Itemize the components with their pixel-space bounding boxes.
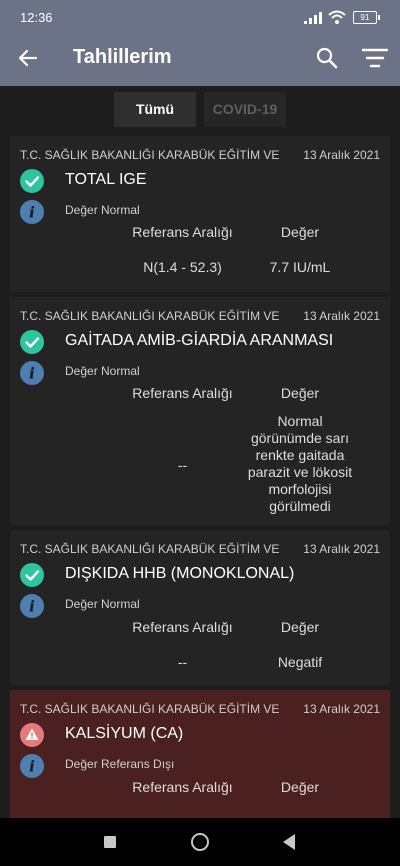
system-nav-bar [0, 818, 400, 866]
result-date: 13 Aralık 2021 [303, 702, 380, 716]
reference-range-value: -- [177, 654, 188, 670]
status-time: 12:36 [20, 10, 53, 25]
result-card[interactable]: T.C. SAĞLIK BAKANLIĞI KARABÜK EĞİTİM VE … [10, 530, 390, 685]
institution-name: T.C. SAĞLIK BAKANLIĞI KARABÜK EĞİTİM VE [20, 148, 280, 162]
test-name: GAİTADA AMİB-GİARDİA ARANMASI [65, 332, 334, 349]
info-icon: i [20, 361, 44, 385]
battery-icon: 91 [353, 11, 380, 24]
value-label: Değer [280, 619, 320, 635]
value-label: Değer [280, 224, 320, 240]
result-date: 13 Aralık 2021 [303, 148, 380, 162]
reference-range-value: N(1.4 - 52.3) [143, 259, 222, 275]
warning-icon [20, 723, 44, 747]
svg-text:i: i [29, 204, 35, 222]
filter-tabs: Tümü COVID-19 [0, 86, 400, 132]
page-title: Tahlillerim [73, 46, 172, 68]
status-bar: 12:36 91 [0, 0, 400, 30]
institution-name: T.C. SAĞLIK BAKANLIĞI KARABÜK EĞİTİM VE [20, 702, 280, 716]
value-label: Değer [280, 385, 320, 401]
filter-icon[interactable] [362, 47, 388, 69]
app-bar: Tahlillerim [0, 30, 400, 86]
tab-all[interactable]: Tümü [114, 92, 196, 127]
reference-range-label: Referans Aralığı [132, 224, 233, 240]
test-name: KALSİYUM (CA) [65, 725, 184, 742]
info-icon: i [20, 200, 44, 224]
signal-icon [304, 12, 322, 24]
recent-apps-button[interactable] [104, 836, 116, 848]
result-value: Normal görünümde sarı renkte gaitada par… [247, 413, 353, 514]
result-date: 13 Aralık 2021 [303, 542, 380, 556]
result-note: Değer Normal [65, 597, 140, 611]
svg-text:i: i [29, 758, 35, 776]
reference-range-label: Referans Aralığı [132, 619, 233, 635]
test-name: DIŞKIDA HHB (MONOKLONAL) [65, 565, 295, 582]
result-card[interactable]: T.C. SAĞLIK BAKANLIĞI KARABÜK EĞİTİM VE … [10, 297, 390, 525]
reference-range-label: Referans Aralığı [132, 385, 233, 401]
info-icon: i [20, 754, 44, 778]
svg-text:i: i [29, 598, 35, 616]
back-triangle-icon[interactable] [282, 833, 296, 851]
result-note: Değer Normal [65, 203, 140, 217]
search-icon[interactable] [314, 45, 340, 71]
test-name: TOTAL IGE [65, 171, 147, 188]
check-circle-icon [20, 169, 44, 193]
result-value: Negatif [277, 654, 323, 670]
institution-name: T.C. SAĞLIK BAKANLIĞI KARABÜK EĞİTİM VE [20, 309, 280, 323]
result-note: Değer Normal [65, 364, 140, 378]
tab-covid-19[interactable]: COVID-19 [204, 92, 286, 127]
result-date: 13 Aralık 2021 [303, 309, 380, 323]
wifi-icon [328, 10, 346, 24]
info-icon: i [20, 594, 44, 618]
result-value: 7.7 IU/mL [269, 259, 331, 275]
result-note: Değer Referans Dışı [65, 757, 175, 771]
check-circle-icon [20, 563, 44, 587]
value-label: Değer [280, 779, 320, 795]
back-arrow-icon[interactable] [16, 46, 40, 70]
check-circle-icon [20, 330, 44, 354]
result-card[interactable]: T.C. SAĞLIK BAKANLIĞI KARABÜK EĞİTİM VE … [10, 136, 390, 292]
svg-text:i: i [29, 365, 35, 383]
institution-name: T.C. SAĞLIK BAKANLIĞI KARABÜK EĞİTİM VE [20, 542, 280, 556]
reference-range-label: Referans Aralığı [132, 779, 233, 795]
result-card-alert[interactable]: T.C. SAĞLIK BAKANLIĞI KARABÜK EĞİTİM VE … [10, 690, 390, 818]
reference-range-value: -- [177, 457, 188, 473]
home-button[interactable] [191, 833, 209, 851]
